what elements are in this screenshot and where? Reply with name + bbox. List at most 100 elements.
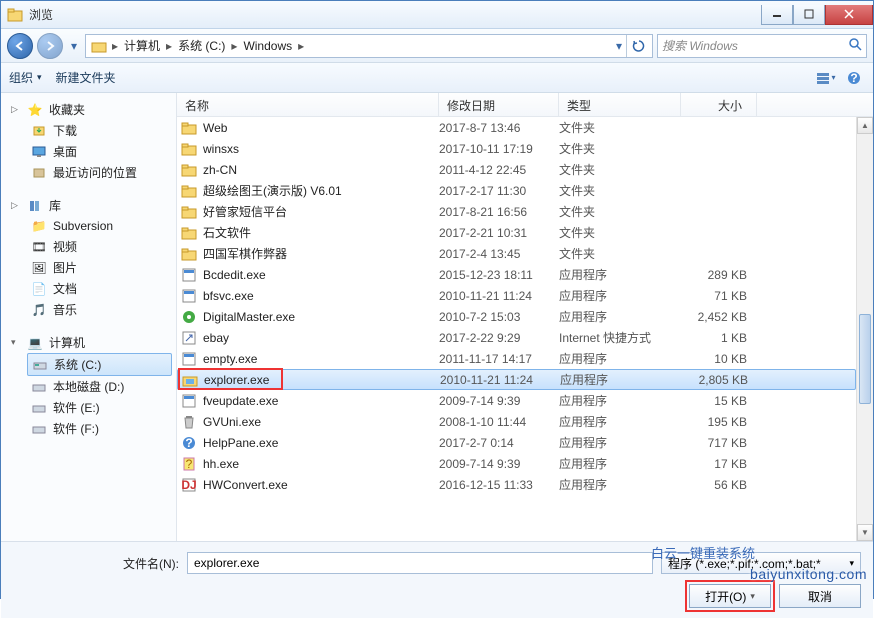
scrollbar-vertical[interactable]: ▲ ▼ xyxy=(856,117,873,541)
file-row[interactable]: Web2017-8-7 13:46文件夹 xyxy=(177,117,856,138)
file-date: 2017-2-17 11:30 xyxy=(439,184,559,198)
file-date: 2009-7-14 9:39 xyxy=(439,394,559,408)
drive-icon xyxy=(32,357,48,373)
open-button[interactable]: 打开(O)▾ xyxy=(689,584,771,608)
breadcrumb-segment[interactable]: Windows xyxy=(239,35,296,57)
app-icon xyxy=(7,7,23,23)
sidebar-item-drive-f[interactable]: 软件 (F:) xyxy=(1,418,176,439)
file-row[interactable]: bfsvc.exe2010-11-21 11:24应用程序71 KB xyxy=(177,285,856,306)
file-row[interactable]: 超级绘图王(演示版) V6.012017-2-17 11:30文件夹 xyxy=(177,180,856,201)
file-date: 2017-8-21 16:56 xyxy=(439,205,559,219)
libraries-icon xyxy=(27,198,43,214)
maximize-button[interactable] xyxy=(793,5,825,25)
recent-icon xyxy=(31,165,47,181)
filename-label: 文件名(N): xyxy=(123,555,179,572)
exe-icon xyxy=(181,267,197,283)
file-row[interactable]: ebay2017-2-22 9:29Internet 快捷方式1 KB xyxy=(177,327,856,348)
file-size: 289 KB xyxy=(681,268,757,282)
search-input[interactable]: 搜索 Windows xyxy=(657,34,867,58)
sidebar-item-desktop[interactable]: 桌面 xyxy=(1,141,176,162)
file-name: zh-CN xyxy=(203,163,237,177)
column-size[interactable]: 大小 xyxy=(681,93,757,116)
file-row[interactable]: zh-CN2011-4-12 22:45文件夹 xyxy=(177,159,856,180)
sidebar-item-drive-d[interactable]: 本地磁盘 (D:) xyxy=(1,376,176,397)
sidebar-libraries[interactable]: ▷库 xyxy=(1,195,176,216)
file-row[interactable]: 石文软件2017-2-21 10:31文件夹 xyxy=(177,222,856,243)
refresh-button[interactable] xyxy=(626,35,650,57)
file-row[interactable]: DigitalMaster.exe2010-7-2 15:03应用程序2,452… xyxy=(177,306,856,327)
file-date: 2016-12-15 11:33 xyxy=(439,478,559,492)
navbar: ▾ ▸ 计算机 ▸ 系统 (C:) ▸ Windows ▸ ▾ 搜索 Windo… xyxy=(1,29,873,63)
file-row[interactable]: ?HelpPane.exe2017-2-7 0:14应用程序717 KB xyxy=(177,432,856,453)
file-name: ebay xyxy=(203,331,229,345)
breadcrumb-dropdown-icon[interactable]: ▾ xyxy=(612,35,626,57)
file-row[interactable]: ?hh.exe2009-7-14 9:39应用程序17 KB xyxy=(177,453,856,474)
file-row[interactable]: 四国军棋作弊器2017-2-4 13:45文件夹 xyxy=(177,243,856,264)
organize-menu[interactable]: 组织▾ xyxy=(9,69,42,86)
scroll-down-icon[interactable]: ▼ xyxy=(857,524,873,541)
file-row[interactable]: Bcdedit.exe2015-12-23 18:11应用程序289 KB xyxy=(177,264,856,285)
new-folder-button[interactable]: 新建文件夹 xyxy=(56,69,116,86)
cancel-button[interactable]: 取消 xyxy=(779,584,861,608)
column-headers: 名称 修改日期 类型 大小 xyxy=(177,93,873,117)
history-dropdown-icon[interactable]: ▾ xyxy=(67,35,81,57)
file-date: 2010-11-21 11:24 xyxy=(439,289,559,303)
column-date[interactable]: 修改日期 xyxy=(439,93,559,116)
file-row[interactable]: empty.exe2011-11-17 14:17应用程序10 KB xyxy=(177,348,856,369)
sidebar-item-downloads[interactable]: 下载 xyxy=(1,120,176,141)
forward-button[interactable] xyxy=(37,33,63,59)
breadcrumb-segment[interactable]: 计算机 xyxy=(120,35,164,57)
file-row[interactable]: GVUni.exe2008-1-10 11:44应用程序195 KB xyxy=(177,411,856,432)
file-name: Web xyxy=(203,121,227,135)
file-name: 石文软件 xyxy=(203,224,251,241)
scrollbar-thumb[interactable] xyxy=(859,314,871,404)
sidebar-item-drive-e[interactable]: 软件 (E:) xyxy=(1,397,176,418)
minimize-button[interactable] xyxy=(761,5,793,25)
file-name: empty.exe xyxy=(203,352,257,366)
breadcrumb-segment[interactable]: 系统 (C:) xyxy=(174,35,229,57)
file-row[interactable]: 好管家短信平台2017-8-21 16:56文件夹 xyxy=(177,201,856,222)
dj-icon: DJ xyxy=(181,477,197,493)
back-button[interactable] xyxy=(7,33,33,59)
scroll-up-icon[interactable]: ▲ xyxy=(857,117,873,134)
chevron-right-icon: ▸ xyxy=(110,39,120,53)
svg-text:DJ: DJ xyxy=(181,478,196,492)
file-type: 应用程序 xyxy=(559,350,681,367)
breadcrumb[interactable]: ▸ 计算机 ▸ 系统 (C:) ▸ Windows ▸ ▾ xyxy=(85,34,653,58)
file-type: 应用程序 xyxy=(559,455,681,472)
file-name: explorer.exe xyxy=(204,373,269,387)
file-list[interactable]: Web2017-8-7 13:46文件夹winsxs2017-10-11 17:… xyxy=(177,117,856,541)
sidebar-item-drive-c[interactable]: 系统 (C:) xyxy=(27,353,172,376)
help-button[interactable]: ? xyxy=(843,67,865,89)
file-date: 2010-11-21 11:24 xyxy=(440,373,560,387)
sidebar-computer[interactable]: ▾💻计算机 xyxy=(1,332,176,353)
file-name: bfsvc.exe xyxy=(203,289,254,303)
folder-icon xyxy=(181,204,197,220)
file-date: 2011-4-12 22:45 xyxy=(439,163,559,177)
sidebar-favorites[interactable]: ▷⭐收藏夹 xyxy=(1,99,176,120)
sidebar-item-subversion[interactable]: 📁Subversion xyxy=(1,216,176,236)
file-name: hh.exe xyxy=(203,457,239,471)
column-name[interactable]: 名称 xyxy=(177,93,439,116)
favorites-group: ▷⭐收藏夹 下载 桌面 最近访问的位置 xyxy=(1,99,176,183)
sidebar-item-music[interactable]: 🎵音乐 xyxy=(1,299,176,320)
close-button[interactable] xyxy=(825,5,873,25)
file-row[interactable]: DJHWConvert.exe2016-12-15 11:33应用程序56 KB xyxy=(177,474,856,495)
file-size: 15 KB xyxy=(681,394,757,408)
column-type[interactable]: 类型 xyxy=(559,93,681,116)
file-row[interactable]: winsxs2017-10-11 17:19文件夹 xyxy=(177,138,856,159)
file-row[interactable]: explorer.exe2010-11-21 11:24应用程序2,805 KB xyxy=(177,369,856,390)
chm-icon: ? xyxy=(181,456,197,472)
file-size: 2,452 KB xyxy=(681,310,757,324)
sidebar-item-pictures[interactable]: 🖼图片 xyxy=(1,257,176,278)
filename-input[interactable] xyxy=(187,552,653,574)
file-row[interactable]: fveupdate.exe2009-7-14 9:39应用程序15 KB xyxy=(177,390,856,411)
sidebar-item-recent[interactable]: 最近访问的位置 xyxy=(1,162,176,183)
browse-dialog: 浏览 ▾ ▸ 计算机 ▸ 系统 (C:) ▸ Windows ▸ ▾ 搜索 Wi… xyxy=(0,0,874,599)
file-size: 2,805 KB xyxy=(682,373,758,387)
body: ▷⭐收藏夹 下载 桌面 最近访问的位置 ▷库 📁Subversion 🎞视频 🖼… xyxy=(1,93,873,541)
sidebar-item-videos[interactable]: 🎞视频 xyxy=(1,236,176,257)
sidebar: ▷⭐收藏夹 下载 桌面 最近访问的位置 ▷库 📁Subversion 🎞视频 🖼… xyxy=(1,93,177,541)
view-options-button[interactable]: ▾ xyxy=(815,67,837,89)
sidebar-item-documents[interactable]: 📄文档 xyxy=(1,278,176,299)
